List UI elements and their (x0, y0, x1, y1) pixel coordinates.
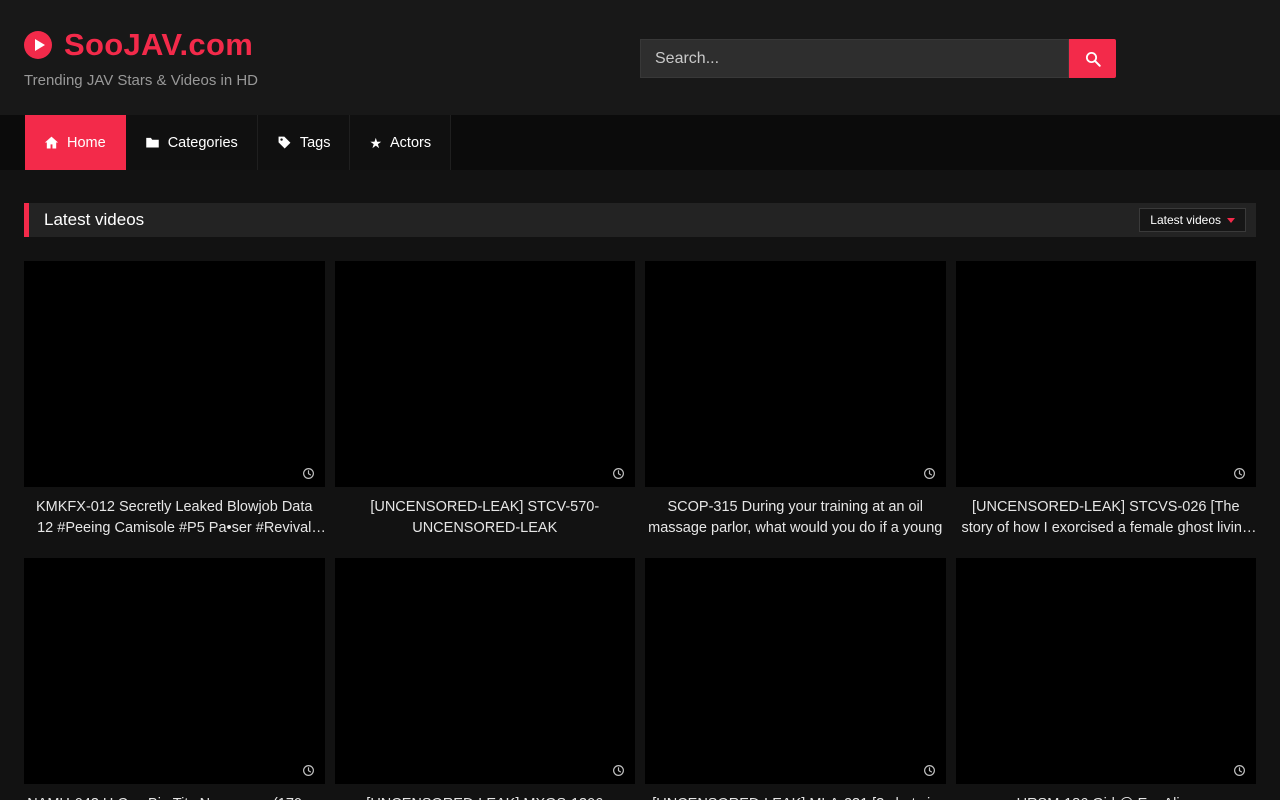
star-icon: ★ (369, 136, 382, 150)
search-input[interactable] (640, 39, 1069, 78)
video-title[interactable]: NAMH-043 H Cup Big Tits Newcomer (170cm … (24, 784, 325, 800)
tag-icon (277, 135, 292, 150)
sort-dropdown-label: Latest videos (1150, 213, 1221, 227)
video-thumbnail[interactable] (335, 558, 636, 784)
chevron-down-icon (1227, 218, 1235, 223)
nav-item-label: Actors (390, 135, 431, 151)
section-header: Latest videos Latest videos (24, 203, 1256, 237)
clock-icon (923, 467, 936, 480)
video-thumbnail[interactable] (24, 558, 325, 784)
nav-item-home[interactable]: Home (25, 115, 126, 170)
nav-item-label: Categories (168, 135, 238, 151)
video-card[interactable]: [UNCENSORED-LEAK] STCVS-026 [The story o… (956, 261, 1257, 539)
video-thumbnail[interactable] (335, 261, 636, 487)
search-icon (1084, 50, 1102, 68)
video-grid: KMKFX-012 Secretly Leaked Blowjob Data 1… (24, 261, 1256, 800)
video-card[interactable]: NAMH-043 H Cup Big Tits Newcomer (170cm … (24, 558, 325, 800)
nav-item-label: Tags (300, 135, 331, 151)
video-title[interactable]: [UNCENSORED-LEAK] MLA-231 [3 shots in (645, 784, 946, 800)
video-thumbnail[interactable] (956, 261, 1257, 487)
video-card[interactable]: [UNCENSORED-LEAK] MLA-231 [3 shots in (645, 558, 946, 800)
video-card[interactable]: SCOP-315 During your training at an oil … (645, 261, 946, 539)
site-tagline: Trending JAV Stars & Videos in HD (24, 72, 258, 89)
video-card[interactable]: [UNCENSORED-LEAK] MXGS-1306 Absolutely (335, 558, 636, 800)
site-header: SooJAV.com Trending JAV Stars & Videos i… (0, 0, 1280, 115)
search-button[interactable] (1069, 39, 1116, 78)
video-thumbnail[interactable] (645, 261, 946, 487)
nav-item-tags[interactable]: Tags (258, 115, 351, 170)
logo[interactable]: SooJAV.com Trending JAV Stars & Videos i… (24, 27, 258, 89)
nav-item-categories[interactable]: Categories (126, 115, 258, 170)
video-title[interactable]: [UNCENSORED-LEAK] MXGS-1306 Absolutely (335, 784, 636, 800)
video-thumbnail[interactable] (645, 558, 946, 784)
main-nav: Home Categories Tags ★ Actors (0, 115, 1280, 170)
video-title[interactable]: SCOP-315 During your training at an oil … (645, 487, 946, 539)
clock-icon (302, 467, 315, 480)
sort-dropdown[interactable]: Latest videos (1139, 208, 1246, 232)
site-title[interactable]: SooJAV.com (64, 27, 253, 63)
folder-icon (145, 135, 160, 150)
play-logo-icon (24, 31, 52, 59)
video-title[interactable]: URSM-186 Girl @ Era Alice (956, 784, 1257, 800)
nav-item-label: Home (67, 135, 106, 151)
nav-item-actors[interactable]: ★ Actors (350, 115, 451, 170)
clock-icon (612, 467, 625, 480)
video-card[interactable]: KMKFX-012 Secretly Leaked Blowjob Data 1… (24, 261, 325, 539)
home-icon (44, 135, 59, 150)
section-title: Latest videos (44, 210, 144, 230)
video-title[interactable]: [UNCENSORED-LEAK] STCV-570-UNCENSORED-LE… (335, 487, 636, 539)
video-title[interactable]: [UNCENSORED-LEAK] STCVS-026 [The story o… (956, 487, 1257, 539)
clock-icon (302, 764, 315, 777)
clock-icon (612, 764, 625, 777)
video-thumbnail[interactable] (956, 558, 1257, 784)
clock-icon (1233, 764, 1246, 777)
video-thumbnail[interactable] (24, 261, 325, 487)
search-form (640, 39, 1116, 78)
video-card[interactable]: URSM-186 Girl @ Era Alice (956, 558, 1257, 800)
accent-bar (24, 203, 29, 237)
clock-icon (923, 764, 936, 777)
clock-icon (1233, 467, 1246, 480)
video-title[interactable]: KMKFX-012 Secretly Leaked Blowjob Data 1… (24, 487, 325, 539)
video-card[interactable]: [UNCENSORED-LEAK] STCV-570-UNCENSORED-LE… (335, 261, 636, 539)
